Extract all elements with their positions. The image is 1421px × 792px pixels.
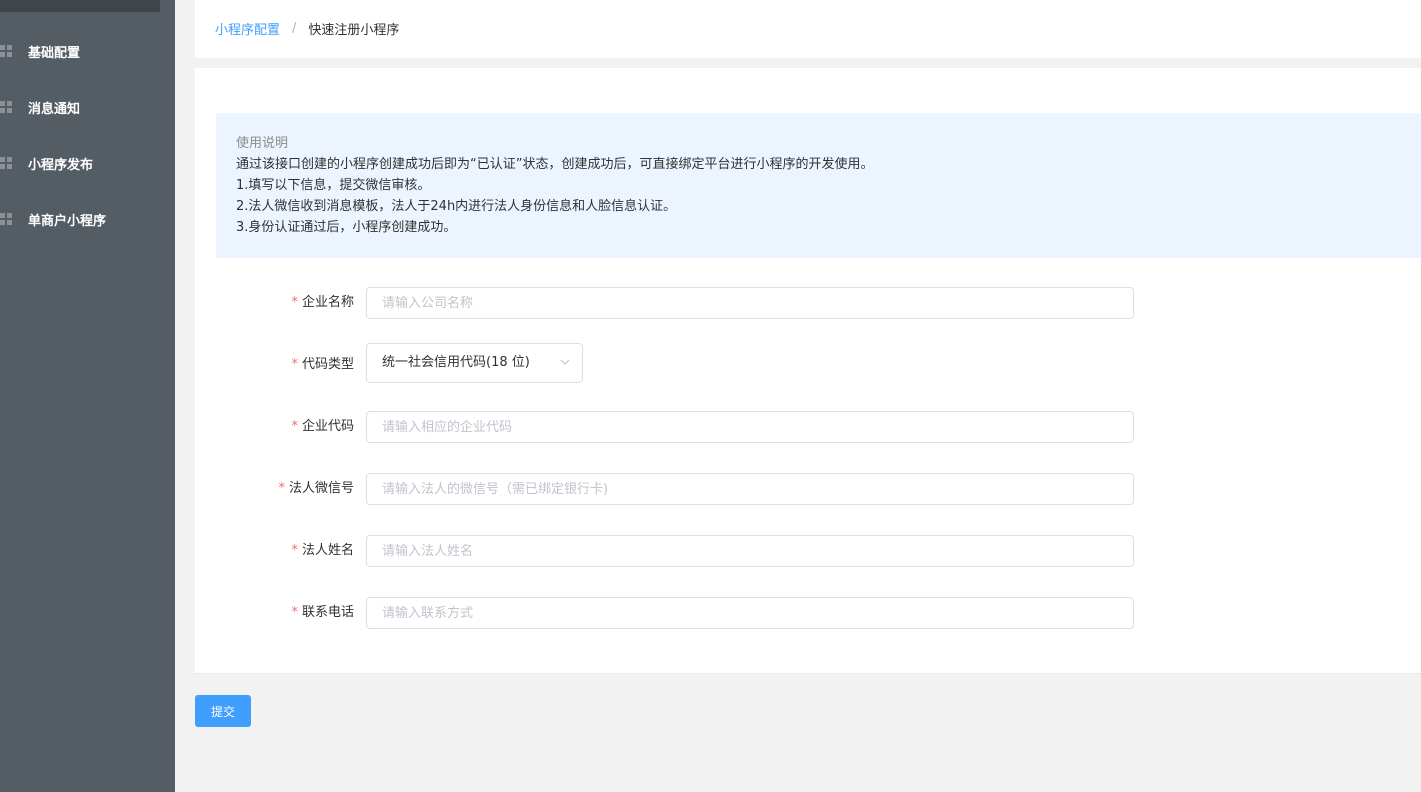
code-type-select[interactable]: 统一社会信用代码(18 位)	[366, 343, 583, 383]
sidebar-item-label: 基础配置	[28, 45, 81, 61]
breadcrumb-current: 快速注册小程序	[308, 23, 400, 38]
contact-phone-label: * 联系电话	[291, 605, 354, 620]
submit-button[interactable]: 提交	[195, 695, 251, 727]
legal-wechat-label: * 法人微信号	[278, 481, 354, 496]
breadcrumb-bar: 小程序配置 / 快速注册小程序	[195, 0, 1421, 58]
code-type-label: * 代码类型	[291, 357, 354, 372]
company-name-label: * 企业名称	[291, 295, 354, 310]
form-row-legal-name: * 法人姓名	[195, 535, 1421, 567]
form-row-legal-wechat: * 法人微信号	[195, 473, 1421, 505]
sidebar-item-single-merchant-miniprogram[interactable]: 单商户小程序	[0, 191, 175, 247]
form-row-contact-phone: * 联系电话	[195, 597, 1421, 629]
required-mark: *	[291, 543, 298, 558]
legal-name-input[interactable]	[366, 535, 1134, 567]
contact-phone-input[interactable]	[366, 597, 1134, 629]
required-mark: *	[278, 481, 285, 496]
breadcrumb-parent-link[interactable]: 小程序配置	[215, 19, 280, 38]
sidebar: 基础配置 消息通知 小程序发布 单商户小程序	[0, 0, 175, 792]
breadcrumb: 小程序配置 / 快速注册小程序	[215, 19, 399, 38]
sidebar-item-label: 单商户小程序	[28, 213, 107, 229]
form-card: 使用说明 通过该接口创建的小程序创建成功后即为“已认证”状态，创建成功后，可直接…	[195, 68, 1421, 674]
legal-name-label: * 法人姓名	[291, 543, 354, 558]
company-name-input[interactable]	[366, 287, 1134, 319]
usage-notice: 使用说明 通过该接口创建的小程序创建成功后即为“已认证”状态，创建成功后，可直接…	[216, 113, 1421, 258]
notice-line: 1.填写以下信息，提交微信审核。	[236, 178, 431, 193]
chevron-down-icon	[560, 359, 570, 365]
notice-line: 通过该接口创建的小程序创建成功后即为“已认证”状态，创建成功后，可直接绑定平台进…	[236, 157, 874, 172]
notice-line: 3.身份认证通过后，小程序创建成功。	[236, 220, 457, 235]
legal-wechat-input[interactable]	[366, 473, 1134, 505]
breadcrumb-separator: /	[292, 21, 297, 36]
form-row-company-code: * 企业代码	[195, 411, 1421, 443]
company-code-label: * 企业代码	[291, 419, 354, 434]
form-row-company-name: * 企业名称	[195, 287, 1421, 319]
grid-icon	[0, 101, 14, 113]
sidebar-item-message-notify[interactable]: 消息通知	[0, 79, 175, 135]
sidebar-item-label: 小程序发布	[28, 157, 94, 173]
grid-icon	[0, 213, 14, 225]
required-mark: *	[291, 419, 298, 434]
company-code-input[interactable]	[366, 411, 1134, 443]
code-type-selected-value: 统一社会信用代码(18 位)	[382, 355, 530, 370]
sidebar-item-miniprogram-publish[interactable]: 小程序发布	[0, 135, 175, 191]
required-mark: *	[291, 605, 298, 620]
grid-icon	[0, 157, 14, 169]
sidebar-item-basic-config[interactable]: 基础配置	[0, 23, 175, 79]
required-mark: *	[291, 357, 298, 372]
grid-icon	[0, 45, 14, 57]
sidebar-item-label: 消息通知	[28, 101, 81, 117]
form-row-code-type: * 代码类型 统一社会信用代码(18 位)	[195, 343, 1421, 383]
required-mark: *	[291, 295, 298, 310]
notice-line: 2.法人微信收到消息模板，法人于24h内进行法人身份信息和人脸信息认证。	[236, 199, 677, 214]
sidebar-top-logo-area	[0, 0, 160, 12]
notice-title: 使用说明	[236, 136, 289, 151]
